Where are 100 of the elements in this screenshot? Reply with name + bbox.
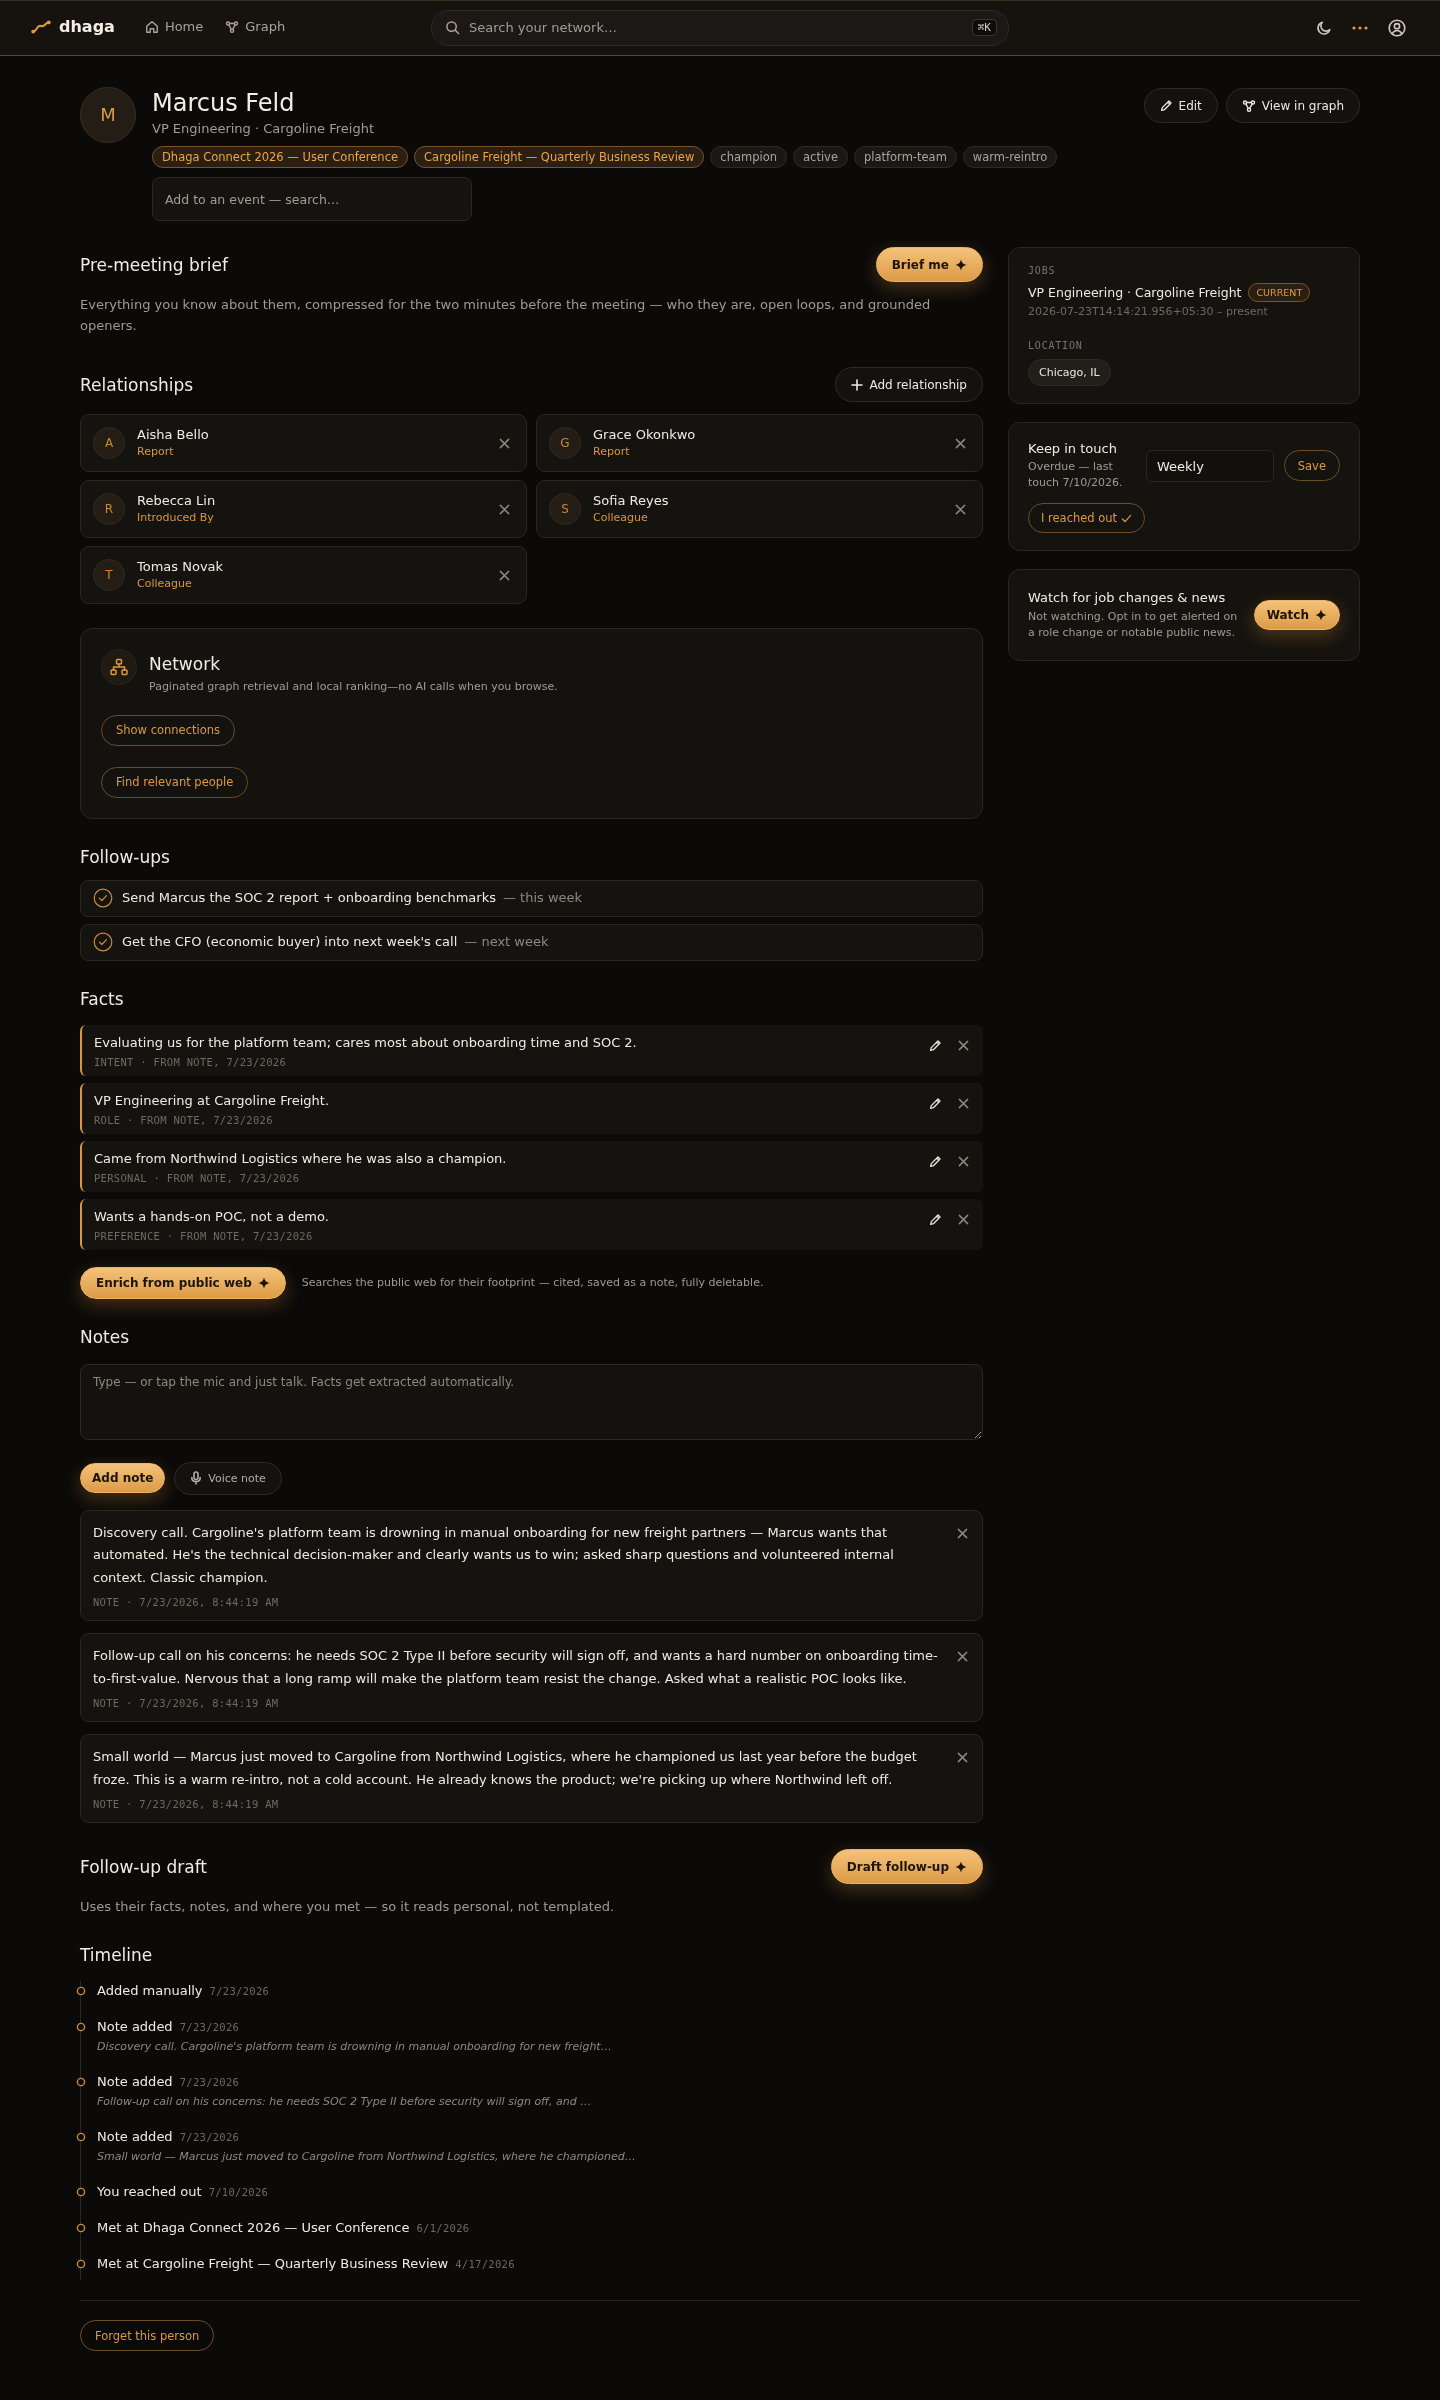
- card-title: Watch for job changes & news: [1028, 589, 1227, 608]
- timeline-dot-icon: [76, 2259, 86, 2270]
- job-dates: 2026-07-23T14:14:21.956+05:30 – present: [1028, 304, 1269, 320]
- relationship-name: Sofia Reyes: [593, 492, 670, 511]
- timeline-title: Met at Dhaga Connect 2026 — User Conference: [97, 2219, 410, 2238]
- close-icon[interactable]: [955, 503, 966, 515]
- close-icon[interactable]: [499, 569, 510, 581]
- tag-chip[interactable]: champion: [710, 146, 787, 169]
- timeline-dot-icon: [76, 2223, 86, 2234]
- section-label: JOBS: [1028, 265, 1057, 277]
- person-subtitle: VP Engineering · Cargoline Freight: [152, 120, 375, 138]
- frequency-field[interactable]: Weekly: [1146, 450, 1274, 483]
- due-label: — this week: [502, 889, 583, 907]
- relationship-card[interactable]: T Tomas Novak Colleague: [80, 546, 527, 605]
- view-graph-button[interactable]: View in graph: [1225, 88, 1360, 123]
- section-title: Pre-meeting brief: [80, 253, 228, 277]
- relationship-card[interactable]: G Grace Okonkwo Report: [536, 414, 983, 473]
- timeline-dot-icon: [76, 2132, 86, 2143]
- voice-note-button[interactable]: Voice note: [174, 1461, 282, 1495]
- tag-chip[interactable]: platform-team: [854, 146, 957, 169]
- sparkle-icon: [955, 258, 967, 271]
- pencil-icon[interactable]: [929, 1154, 942, 1168]
- sparkle-icon: [955, 1860, 967, 1873]
- timeline-date: 7/10/2026: [208, 2186, 269, 2199]
- timeline-title: Note added: [97, 2128, 173, 2147]
- note-meta: NOTE · 7/23/2026, 8:44:19 AM: [93, 1596, 280, 1609]
- note-text: Discovery call. Cargoline's platform team is drowning in manual onboarding for new freight partners — Marcus wants that automated. He's the technical decision-maker and clearly wants us to win; asked sharp questions and volunteered internal context. Classic champion.: [93, 1523, 895, 1587]
- timeline-date: 7/23/2026: [209, 1985, 270, 1998]
- location-chip: Chicago, IL: [1028, 358, 1111, 387]
- close-icon[interactable]: [957, 1752, 968, 1764]
- avatar: T: [93, 559, 125, 592]
- search-icon: [445, 19, 460, 35]
- logo-text[interactable]: dhaga: [59, 16, 115, 39]
- enrich-button[interactable]: Enrich from public web: [80, 1266, 286, 1299]
- add-note-button[interactable]: Add note: [80, 1463, 166, 1494]
- fact-meta: PERSONAL · FROM NOTE, 7/23/2026: [94, 1171, 301, 1184]
- close-icon[interactable]: [958, 1097, 969, 1109]
- tag-chip[interactable]: active: [793, 146, 848, 169]
- event-tag[interactable]: Cargoline Freight — Quarterly Business Review: [414, 146, 705, 169]
- fact-text: VP Engineering at Cargoline Freight.: [94, 1091, 331, 1110]
- draft-follow-up-button[interactable]: Draft follow-up: [830, 1849, 983, 1885]
- pencil-icon[interactable]: [929, 1096, 942, 1110]
- logo-icon[interactable]: [30, 19, 52, 36]
- fact-meta: PREFERENCE · FROM NOTE, 7/23/2026: [94, 1229, 314, 1242]
- relationship-name: Grace Okonkwo: [593, 426, 697, 445]
- close-icon[interactable]: [958, 1155, 969, 1167]
- brief-me-button[interactable]: Brief me: [875, 247, 983, 283]
- moon-icon[interactable]: [1316, 19, 1332, 36]
- section-title: Follow-ups: [80, 845, 171, 869]
- close-icon[interactable]: [958, 1213, 969, 1225]
- watch-button[interactable]: Watch: [1253, 600, 1340, 631]
- relationship-name: Aisha Bello: [137, 426, 210, 445]
- close-icon[interactable]: [499, 437, 510, 449]
- fact-text: Came from Northwind Logistics where he was also a champion.: [94, 1149, 508, 1168]
- tag-chip[interactable]: warm-reintro: [962, 146, 1058, 169]
- check-circle-icon[interactable]: [93, 932, 113, 953]
- close-icon[interactable]: [957, 1651, 968, 1663]
- event-tag[interactable]: Dhaga Connect 2026 — User Conference: [152, 146, 409, 169]
- fact-meta: INTENT · FROM NOTE, 7/23/2026: [94, 1055, 288, 1068]
- more-options-icon[interactable]: [1352, 25, 1368, 30]
- nav-link[interactable]: Graph: [225, 18, 286, 37]
- section-description: Uses their facts, notes, and where you met — so it reads personal, not templated.: [80, 1898, 616, 1917]
- pencil-icon[interactable]: [929, 1212, 942, 1226]
- add-relationship-button[interactable]: Add relationship: [835, 367, 983, 403]
- timeline-title: Note added: [97, 2018, 173, 2037]
- note-input-field[interactable]: Type — or tap the mic and just talk. Facts get extracted automatically.: [80, 1363, 983, 1440]
- avatar: G: [549, 427, 581, 460]
- relationship-card[interactable]: R Rebecca Lin Introduced By: [80, 480, 527, 539]
- card-description: Paginated graph retrieval and local ranking—no AI calls when you browse.: [149, 679, 558, 695]
- section-title: Facts: [80, 987, 125, 1011]
- section-description: Everything you know about them, compressed for the two minutes before the meeting — who they are, open loops, and grounded openers.: [80, 296, 932, 336]
- check-circle-icon[interactable]: [93, 888, 113, 909]
- note-meta: NOTE · 7/23/2026, 8:44:19 AM: [93, 1697, 280, 1710]
- due-label: — next week: [464, 933, 549, 951]
- follow-up-text: Get the CFO (economic buyer) into next week's call: [122, 933, 458, 951]
- timeline-preview: Small world — Marcus just moved to Cargoline from Northwind Logistics, where he championed…: [97, 2149, 636, 2166]
- fact-text: Wants a hands-on POC, not a demo.: [94, 1207, 330, 1226]
- timeline-date: 6/1/2026: [416, 2222, 470, 2235]
- section-label: LOCATION: [1028, 339, 1084, 351]
- relationship-role: Introduced By: [137, 510, 215, 527]
- close-icon[interactable]: [958, 1039, 969, 1051]
- enrich-note: Searches the public web for their footprint — cited, saved as a note, fully deletable.: [301, 1274, 764, 1291]
- timeline-preview: Follow-up call on his concerns: he needs SOC 2 Type II before security will sign off, and …: [97, 2094, 592, 2111]
- sparkle-icon: [1315, 609, 1327, 622]
- nav-link[interactable]: Home: [144, 18, 204, 37]
- close-icon[interactable]: [499, 503, 510, 515]
- close-icon[interactable]: [957, 1527, 968, 1539]
- note-text: Follow-up call on his concerns: he needs SOC 2 Type II before security will sign off, and wants a hard number on onboarding time-to-first-value. Nervous that a long ramp will make the platform team resist the change. Asked what a realistic POC looks like.: [93, 1647, 939, 1688]
- pencil-icon[interactable]: [929, 1038, 942, 1052]
- edit-button[interactable]: Edit: [1143, 88, 1218, 123]
- plus-icon: [851, 378, 864, 391]
- relationship-card[interactable]: A Aisha Bello Report: [80, 414, 527, 473]
- close-icon[interactable]: [955, 437, 966, 449]
- relationship-role: Report: [593, 444, 631, 461]
- relationship-card[interactable]: S Sofia Reyes Colleague: [536, 480, 983, 539]
- event-search-field[interactable]: Add to an event — search…: [152, 177, 472, 222]
- relationship-role: Colleague: [593, 510, 649, 527]
- relationship-name: Rebecca Lin: [137, 492, 217, 511]
- pencil-icon: [1159, 99, 1173, 112]
- user-circle-icon[interactable]: [1388, 18, 1406, 37]
